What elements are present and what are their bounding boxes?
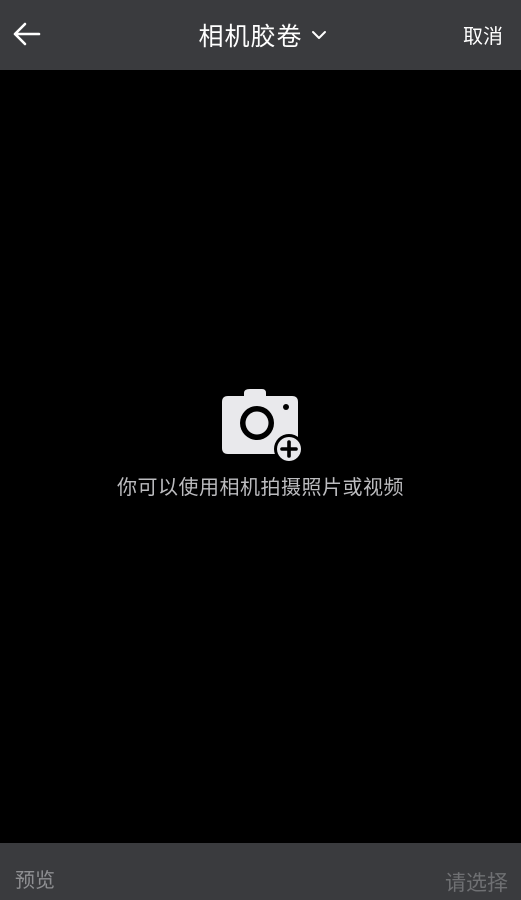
preview-button[interactable]: 预览 [15, 864, 55, 893]
camera-add-icon[interactable] [220, 385, 304, 467]
chevron-down-icon [311, 31, 326, 39]
album-title: 相机胶卷 [198, 22, 303, 51]
album-selector-button[interactable]: 相机胶卷 [198, 17, 326, 53]
empty-state: 你可以使用相机拍摄照片或视频 [0, 385, 521, 500]
cancel-button[interactable]: 取消 [463, 20, 503, 49]
select-button[interactable]: 请选择 [445, 867, 508, 897]
empty-state-message: 你可以使用相机拍摄照片或视频 [117, 475, 404, 499]
media-grid-area: 你可以使用相机拍摄照片或视频 [0, 70, 521, 843]
album-picker-screen: 相机胶卷 取消 你可以使用相机拍摄照片或视频 预览 请选择 [0, 0, 521, 900]
bottom-bar: 预览 请选择 [0, 843, 521, 900]
top-bar: 相机胶卷 取消 [0, 0, 521, 70]
arrow-left-icon [13, 22, 41, 46]
title-area: 相机胶卷 [0, 0, 521, 70]
back-button[interactable] [8, 14, 44, 54]
